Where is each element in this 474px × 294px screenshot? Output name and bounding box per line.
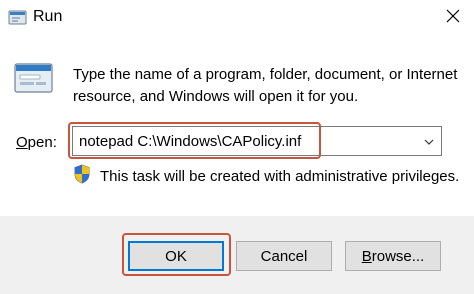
browse-mnemonic: B [361, 247, 372, 265]
browse-label-rest: rowse... [371, 247, 425, 265]
dialog-description: Type the name of a program, folder, docu… [73, 66, 458, 105]
open-label-mnemonic: O [16, 134, 28, 151]
open-combobox[interactable] [72, 126, 442, 156]
run-dialog-icon [14, 62, 54, 96]
open-label-rest: pen: [27, 134, 57, 151]
uac-shield-icon [73, 164, 91, 184]
run-app-icon [8, 9, 28, 27]
chevron-down-icon [424, 132, 434, 150]
run-dialog: Run Type the name of a program, folder, … [0, 0, 474, 294]
cancel-button[interactable]: Cancel [236, 241, 332, 271]
close-button[interactable] [438, 4, 468, 32]
open-input[interactable] [79, 130, 409, 152]
title-bar[interactable]: Run [0, 0, 474, 38]
window-title: Run [33, 8, 63, 25]
admin-notice-text: This task will be created with administr… [100, 168, 460, 185]
browse-button[interactable]: Browse... [345, 241, 441, 271]
close-icon [446, 9, 460, 28]
open-label: Open: [16, 134, 57, 151]
open-dropdown-button[interactable] [417, 127, 441, 155]
ok-button[interactable]: OK [128, 241, 224, 271]
